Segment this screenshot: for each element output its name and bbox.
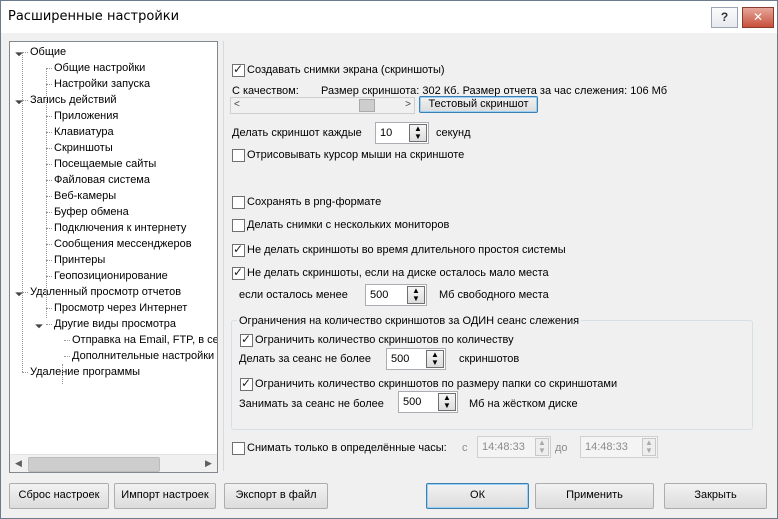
interval-spinner[interactable]: 10 ▲ ▼ [375,122,429,144]
limit-size-prefix: Занимать за сеанс не более [239,398,384,410]
quality-slider[interactable]: < > [230,97,415,114]
slider-right-icon[interactable]: > [405,98,411,111]
multi-monitor-label: Делать снимки с нескольких мониторов [247,219,450,231]
to-time-value[interactable]: 14:48:33 [585,440,628,454]
scroll-left-icon[interactable]: ◀ [10,455,27,472]
test-screenshot-button[interactable]: Тестовый скриншот [419,96,538,113]
limit-count-label: Ограничить количество скриншотов по коли… [255,334,514,346]
settings-tree: ◢ Общие Общие настройки Настройки запуска ◢ З… [9,41,218,473]
low-disk-checkbox[interactable] [232,265,245,280]
expand-arrow-icon[interactable]: ◢ [33,318,46,331]
tree-horizontal-scrollbar[interactable]: ◀ ▶ [10,454,217,472]
spin-updown-icon[interactable]: ▲ ▼ [438,393,456,411]
tree-item[interactable]: Отправка на Email, FTP, в се [72,332,217,348]
tree-item[interactable]: Дополнительные настройки [72,348,214,364]
slider-left-icon[interactable]: < [234,98,240,111]
close-window-button[interactable]: ✕ [742,7,774,28]
scroll-right-icon[interactable]: ▶ [200,455,217,472]
create-screenshots-checkbox[interactable] [232,62,245,77]
limit-count-unit: скриншотов [459,353,520,365]
low-disk-prefix: если осталось менее [239,289,348,301]
quality-label: С качеством: [232,85,299,97]
tree-item[interactable]: Веб-камеры [54,188,116,204]
tree-item[interactable]: Буфер обмена [54,204,129,220]
tree-item[interactable]: Посещаемые сайты [54,156,156,172]
interval-unit: секунд [436,127,471,139]
low-disk-spinner[interactable]: 500 ▲ ▼ [365,284,427,306]
interval-label: Делать скриншот каждые [232,127,362,139]
title-bar: Расширенные настройки ? ✕ [1,1,777,33]
limit-size-checkbox[interactable] [240,376,253,391]
limit-size-unit: Мб на жёстком диске [469,398,578,410]
tree-item[interactable]: Принтеры [54,252,105,268]
reset-settings-button[interactable]: Сброс настроек [9,483,109,509]
limit-count-spinner[interactable]: 500 ▲ ▼ [386,348,446,370]
from-time-spinner[interactable]: 14:48:33 ▲ ▼ [477,436,551,458]
apply-button[interactable]: Применить [535,483,654,509]
save-png-checkbox[interactable] [232,196,245,209]
no-idle-label: Не делать скриншоты во время длительного… [247,244,566,256]
low-disk-unit: Мб свободного места [439,289,549,301]
no-idle-checkbox[interactable] [232,242,245,257]
ok-button[interactable]: ОК [426,483,529,509]
limit-count-value[interactable]: 500 [391,352,409,366]
spin-updown-icon[interactable]: ▲ ▼ [409,124,427,142]
interval-value[interactable]: 10 [380,126,392,140]
tree-item[interactable]: Скриншоты [54,140,113,156]
spin-updown-icon[interactable]: ▲ ▼ [407,286,425,304]
export-settings-button[interactable]: Экспорт в файл [224,483,328,509]
hours-only-label: Снимать только в определённые часы: [247,442,447,454]
from-time-value[interactable]: 14:48:33 [482,440,525,454]
quality-slider-thumb[interactable] [359,99,375,112]
tree-item[interactable]: Общие [30,44,66,60]
draw-cursor-checkbox[interactable] [232,149,245,162]
session-limits-title: Ограничения на количество скриншотов за … [237,314,582,328]
limit-count-checkbox[interactable] [240,332,253,347]
save-png-label: Сохранять в png-формате [247,196,382,208]
spin-updown-icon[interactable]: ▲ ▼ [535,438,549,456]
tree-item[interactable]: Просмотр через Интернет [54,300,187,316]
tree-item[interactable]: Запись действий [30,92,117,108]
draw-cursor-label: Отрисовывать курсор мыши на скриншоте [247,149,465,161]
create-screenshots-label: Создавать снимки экрана (скриншоты) [247,64,445,76]
scroll-thumb[interactable] [28,457,160,472]
tree-item[interactable]: Геопозиционирование [54,268,168,284]
tree-item[interactable]: Подключения к интернету [54,220,186,236]
limit-size-label: Ограничить количество скриншотов по разм… [255,378,618,390]
settings-window: Расширенные настройки ? ✕ ◢ Общие Общие на… [0,0,778,519]
limit-size-spinner[interactable]: 500 ▲ ▼ [398,391,458,413]
tree-item[interactable]: Сообщения мессенджеров [54,236,192,252]
tree-item[interactable]: Общие настройки [54,60,145,76]
tree-item[interactable]: Удаление программы [30,364,140,380]
tree-item[interactable]: Клавиатура [54,124,114,140]
tree-item[interactable]: Приложения [54,108,118,124]
hours-only-checkbox[interactable] [232,442,245,455]
to-label: до [555,442,568,454]
to-time-spinner[interactable]: 14:48:33 ▲ ▼ [580,436,658,458]
tree-item[interactable]: Настройки запуска [54,76,150,92]
low-disk-label: Не делать скриншоты, если на диске остал… [247,267,549,279]
tree-item[interactable]: Файловая система [54,172,150,188]
window-title: Расширенные настройки [8,9,180,24]
spin-updown-icon[interactable]: ▲ ▼ [426,350,444,368]
import-settings-button[interactable]: Импорт настроек [114,483,216,509]
from-label: с [462,442,468,454]
low-disk-value[interactable]: 500 [370,288,388,302]
limit-size-value[interactable]: 500 [403,395,421,409]
help-button[interactable]: ? [711,7,738,28]
spin-updown-icon[interactable]: ▲ ▼ [642,438,656,456]
limit-count-prefix: Делать за сеанс не более [239,353,371,365]
multi-monitor-checkbox[interactable] [232,219,245,232]
tree-item[interactable]: Другие виды просмотра [54,316,176,332]
tree-item[interactable]: Удаленный просмотр отчетов [30,284,181,300]
close-button[interactable]: Закрыть [664,483,767,509]
